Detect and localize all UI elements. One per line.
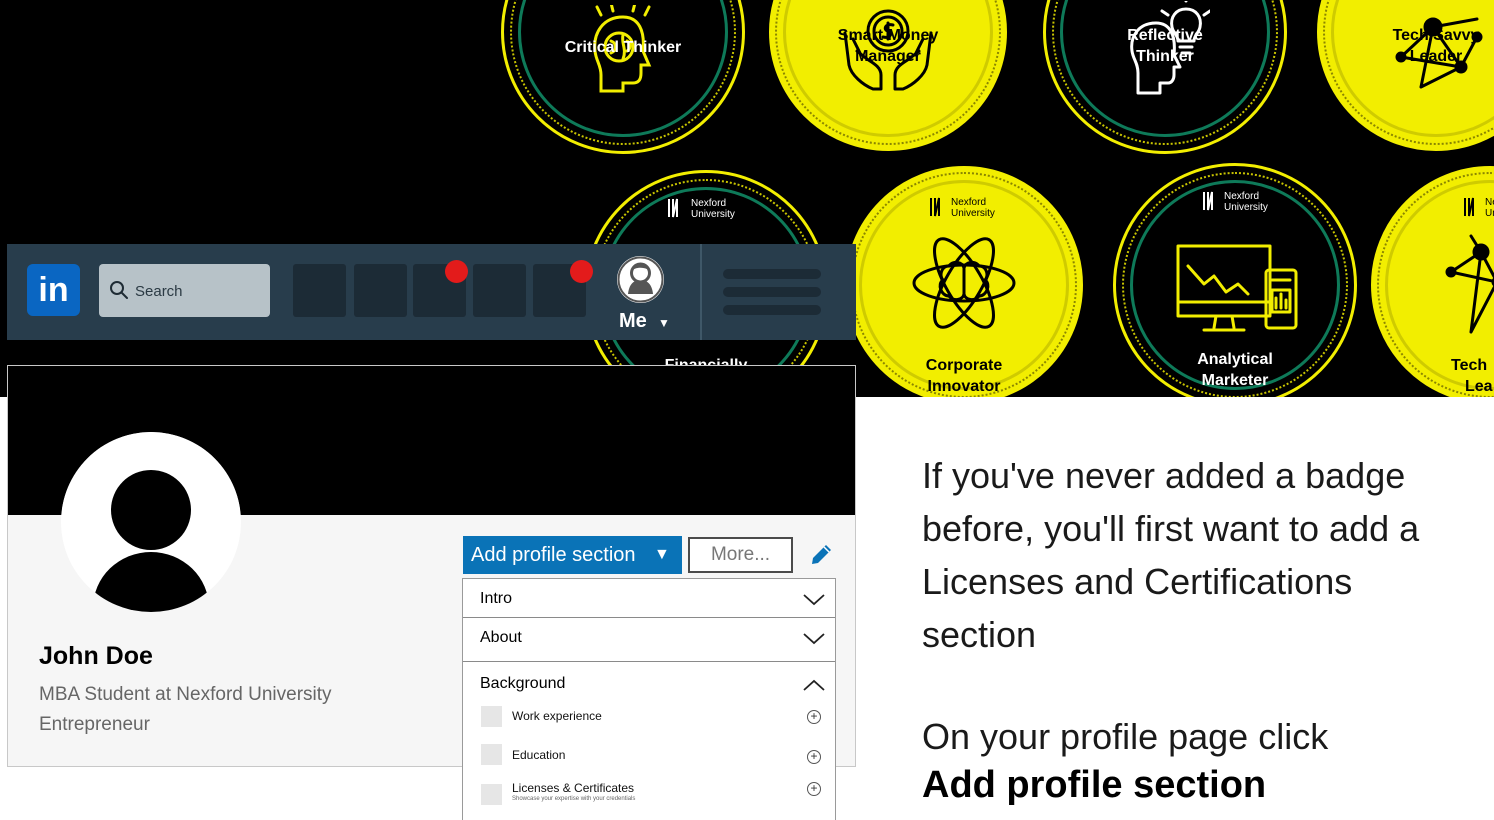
avatar-icon xyxy=(617,256,664,303)
badge-label-line1: Smart Money xyxy=(837,27,939,44)
nav-divider xyxy=(700,244,702,340)
dropdown-item-label: Intro xyxy=(480,590,513,607)
monitor-chart-icon xyxy=(1176,244,1298,332)
item-icon-placeholder xyxy=(481,706,502,727)
profile-photo[interactable] xyxy=(61,432,241,612)
badge-label-line2: Innovator xyxy=(927,378,1001,395)
dropdown-subitem-education[interactable]: Education + xyxy=(481,744,836,770)
badge-smart-money-manager: Smart Money Manager xyxy=(766,0,1010,154)
dropdown-section-background: Background Work experience + Education +… xyxy=(463,662,835,820)
badge-label-line1: Corporate xyxy=(925,357,1003,374)
nav-network-button[interactable] xyxy=(354,264,407,317)
search-input[interactable]: Search xyxy=(99,264,270,317)
edit-pencil-icon[interactable] xyxy=(808,542,834,568)
dropdown-item-label: About xyxy=(480,629,522,646)
logo-line1: Nexford xyxy=(691,198,727,209)
badge-label-line2: Manager xyxy=(855,48,921,65)
badge-corporate-innovator: Nexford University Corporate Innovator xyxy=(842,163,1086,397)
badge-label-line2: Marketer xyxy=(1201,372,1269,389)
badge-label-line2: Lea xyxy=(1465,378,1493,395)
subitem-label: Education xyxy=(512,748,566,762)
badge-tech-partial: Ne Un Tech Lea xyxy=(1368,163,1494,397)
logo-line2: University xyxy=(1224,202,1268,213)
person-silhouette-icon xyxy=(61,432,241,612)
add-profile-section-button[interactable]: Add profile section xyxy=(463,536,682,574)
notification-badge xyxy=(570,260,593,283)
add-circle-icon[interactable]: + xyxy=(807,710,821,724)
badge-label-line1: Tech xyxy=(1451,357,1488,374)
nexford-mark-icon xyxy=(930,197,940,217)
dropdown-subitem-licenses[interactable]: Licenses & Certificates Showcase your ex… xyxy=(481,779,836,805)
instruction-emphasis: Add profile section xyxy=(922,764,1267,806)
search-icon xyxy=(110,281,128,299)
add-circle-icon[interactable]: + xyxy=(807,750,821,764)
nexford-mark-icon xyxy=(1203,191,1213,211)
badge-label-line1: Reflective xyxy=(1127,27,1203,44)
notification-badge xyxy=(445,260,468,283)
me-avatar[interactable] xyxy=(617,256,664,303)
logo-line2: University xyxy=(951,208,995,219)
badge-label-line2: Thinker xyxy=(1136,48,1194,65)
profile-headline: Entrepreneur xyxy=(39,714,150,735)
badge-label-line2: Leader xyxy=(1409,48,1463,65)
profile-headline: MBA Student at Nexford University xyxy=(39,684,332,705)
search-placeholder: Search xyxy=(135,283,183,300)
work-menu-line[interactable] xyxy=(723,269,821,279)
add-section-dropdown: Intro About Background Work experience + xyxy=(462,578,836,820)
chevron-up-icon[interactable] xyxy=(803,679,825,691)
dropdown-section-label[interactable]: Background xyxy=(480,675,565,693)
nexford-mark-icon xyxy=(668,198,678,218)
nexford-mark-icon xyxy=(1464,197,1474,217)
instruction-paragraph: On your profile page click xyxy=(922,716,1329,757)
badge-analytical-marketer: Nexford University Analytical Marketer xyxy=(1113,163,1357,397)
logo-line2: Un xyxy=(1485,208,1494,219)
dropdown-item-about[interactable]: About xyxy=(463,618,835,662)
caret-down-icon[interactable]: ▼ xyxy=(658,316,670,330)
atom-brain-icon xyxy=(912,237,1016,329)
subitem-label: Work experience xyxy=(512,709,602,723)
me-menu-label[interactable]: Me xyxy=(619,310,647,333)
dropdown-subitem-work-experience[interactable]: Work experience + xyxy=(481,706,836,732)
instructions-text: If you've never added a badge before, yo… xyxy=(922,449,1482,806)
badge-label-line1: Analytical xyxy=(1197,351,1273,368)
badge-label-line1: Tech Savvy xyxy=(1392,27,1480,44)
work-menu-line[interactable] xyxy=(723,305,821,315)
badge-label: Critical Thinker xyxy=(564,39,682,56)
add-circle-icon[interactable]: + xyxy=(807,782,821,796)
badge-critical-thinker: Critical Thinker xyxy=(501,0,745,154)
subitem-description: Showcase your expertise with your creden… xyxy=(512,796,636,802)
item-icon-placeholder xyxy=(481,784,502,805)
chevron-down-icon xyxy=(803,594,825,606)
dropdown-item-intro[interactable]: Intro xyxy=(463,579,835,618)
profile-name: John Doe xyxy=(39,642,153,670)
chevron-down-icon xyxy=(803,633,825,645)
badge-reflective-thinker: Reflective Thinker xyxy=(1043,0,1287,154)
nav-home-button[interactable] xyxy=(293,264,346,317)
work-menu-line[interactable] xyxy=(723,287,821,297)
nav-messaging-button[interactable] xyxy=(473,264,526,317)
slide: Critical Thinker Smart Money Manager Ref… xyxy=(0,0,1494,820)
more-button[interactable]: More... xyxy=(688,537,793,573)
add-profile-section-label: Add profile section xyxy=(471,544,636,566)
logo-line1: Nexford xyxy=(1224,191,1260,202)
logo-line1: Nexford xyxy=(951,197,987,208)
linkedin-logo-icon[interactable]: in xyxy=(27,264,80,316)
instruction-paragraph: If you've never added a badge before, yo… xyxy=(922,455,1420,655)
caret-down-icon[interactable]: ▼ xyxy=(654,536,670,574)
subitem-label: Licenses & Certificates xyxy=(512,781,635,795)
badge-tech-savvy-leader: Tech Savvy Leader xyxy=(1314,0,1494,154)
logo-line1: Ne xyxy=(1485,197,1494,208)
item-icon-placeholder xyxy=(481,744,502,765)
logo-line2: University xyxy=(691,209,735,220)
network-figure-icon xyxy=(1445,234,1494,334)
linkedin-navbar: in Search Me ▼ xyxy=(7,244,856,340)
